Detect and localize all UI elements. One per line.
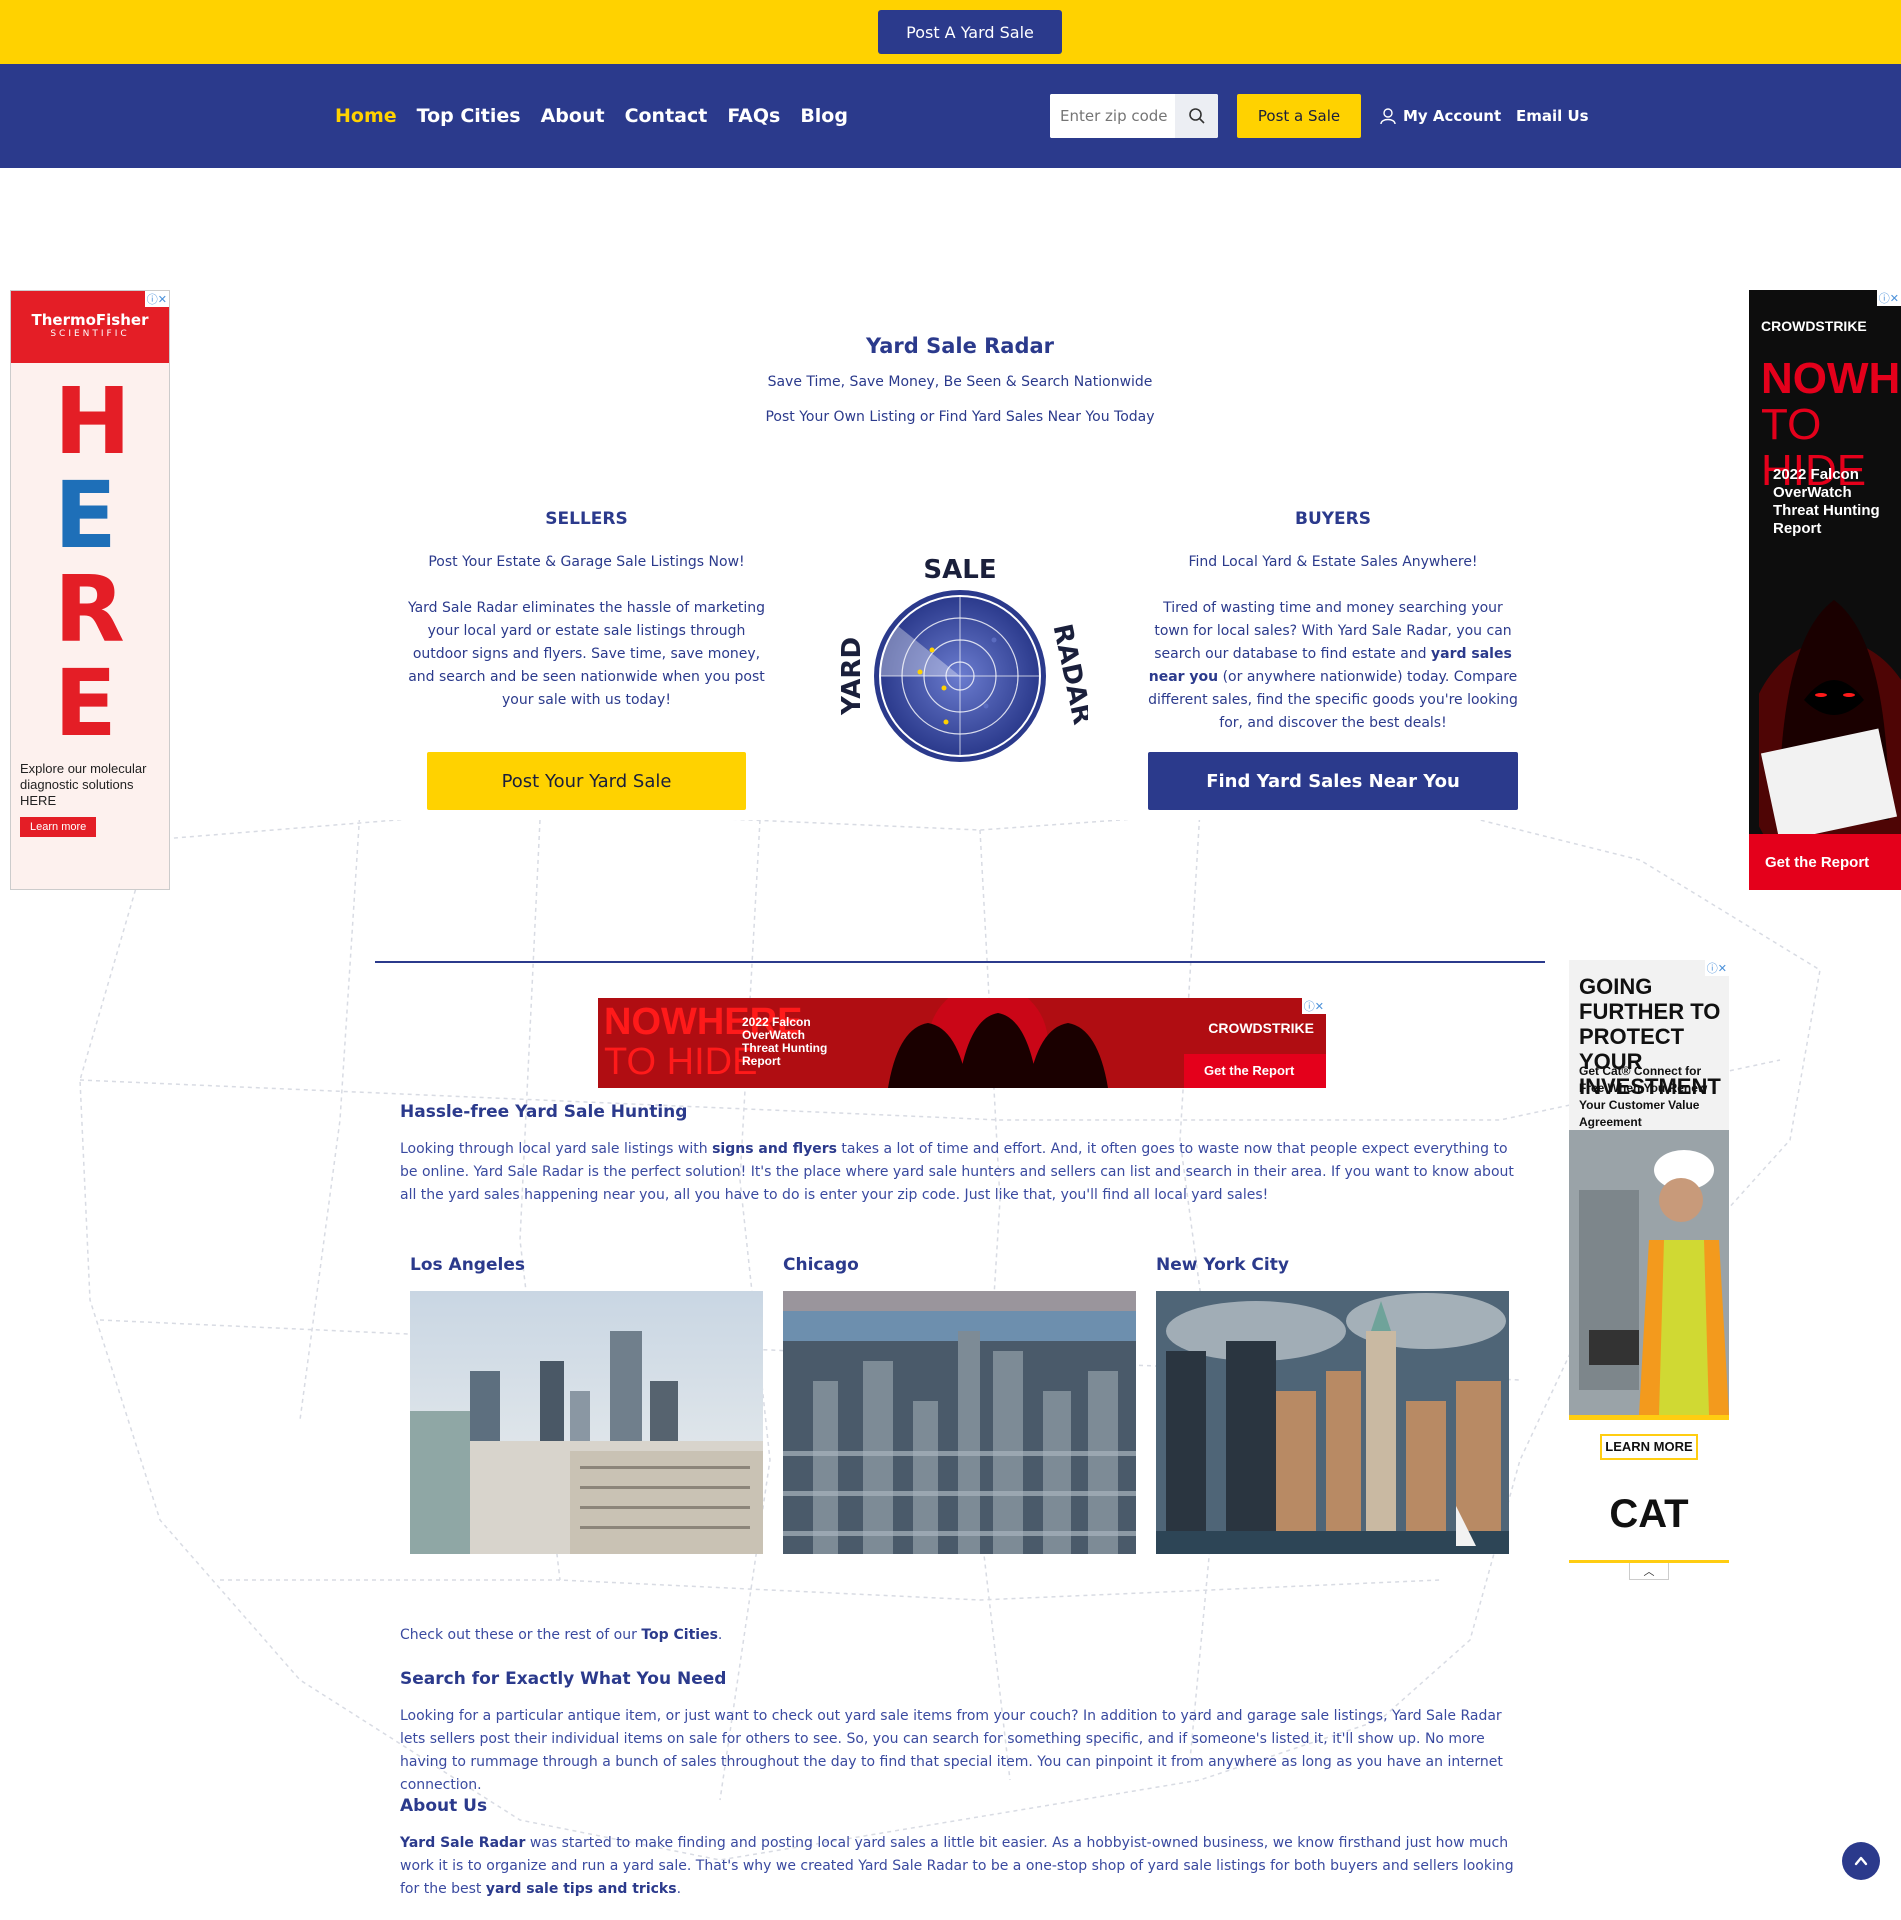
search-paragraph: Looking for a particular antique item, o… — [400, 1708, 1503, 1793]
cat-logo: CAT — [1609, 1492, 1689, 1536]
ad-brand: CROWDSTRIKE — [1761, 318, 1867, 334]
search-heading: Search for Exactly What You Need — [400, 1669, 727, 1689]
banner-ad-crowdstrike[interactable]: NOWHERE TO HIDE 2022 Falcon OverWatch Th… — [598, 998, 1326, 1088]
city-name[interactable]: Chicago — [783, 1255, 1136, 1275]
ad-brand: CROWDSTRIKE — [1208, 1020, 1314, 1036]
hunting-heading: Hassle-free Yard Sale Hunting — [400, 1102, 688, 1122]
hooded-figure-illustration — [1759, 600, 1901, 840]
signs-and-flyers-link[interactable]: signs and flyers — [712, 1141, 837, 1157]
post-yard-sale-top-button[interactable]: Post A Yard Sale — [878, 10, 1062, 54]
ad-letter-r: R — [54, 556, 125, 663]
ad-panel: GOING FURTHER TO PROTECT YOUR INVESTMENT… — [1569, 960, 1729, 1415]
hero-subtitle-2: Post Your Own Listing or Find Yard Sales… — [765, 409, 1155, 425]
ad-accent-bar — [1569, 1415, 1729, 1420]
hero-title: Yard Sale Radar — [865, 334, 1055, 358]
buyers-body: Tired of wasting time and money searchin… — [1146, 597, 1520, 735]
sellers-column: SELLERS Post Your Estate & Garage Sale L… — [400, 509, 773, 712]
hooded-figures-illustration — [888, 998, 1108, 1088]
ad-letter-e2: E — [54, 650, 117, 757]
about-heading: About Us — [400, 1796, 488, 1816]
city-card-chicago[interactable]: Chicago — [783, 1255, 1136, 1558]
city-card-los-angeles[interactable]: Los Angeles — [410, 1255, 763, 1558]
top-banner: Post A Yard Sale — [0, 0, 1901, 64]
hero-subtitle-1: Save Time, Save Money, Be Seen & Search … — [767, 374, 1153, 390]
sellers-heading: SELLERS — [545, 509, 628, 529]
ad-letter-h: H — [54, 368, 131, 475]
chevron-up-icon[interactable]: ︿ — [1629, 1563, 1669, 1580]
ad-text: 2022 Falcon OverWatch Threat Hunting Rep… — [742, 1015, 828, 1068]
chevron-up-icon — [1854, 1856, 1868, 1866]
ad-letters: H E R E — [54, 368, 131, 757]
left-ad-thermofisher[interactable]: ThermoFisher SCIENTIFIC H E R E Explore … — [10, 290, 170, 890]
ad-learn-more[interactable]: LEARN MORE — [1600, 1434, 1698, 1460]
sellers-body: Yard Sale Radar eliminates the hassle of… — [407, 600, 766, 708]
main-navigation: Home Top Cities About Contact FAQs Blog … — [0, 64, 1901, 168]
los-angeles-photo[interactable] — [410, 1291, 763, 1554]
ad-close-icon[interactable]: ⓘ✕ — [144, 291, 169, 307]
ad-close-icon[interactable]: ⓘ✕ — [1876, 290, 1901, 306]
zip-code-input[interactable] — [1050, 94, 1175, 138]
ad-get-report[interactable]: Get the Report — [1184, 1054, 1326, 1088]
hunting-paragraph: Looking through local yard sale listings… — [400, 1138, 1520, 1207]
chicago-photo[interactable] — [783, 1291, 1136, 1554]
top-cities-text: Check out these or the rest of our — [400, 1627, 637, 1643]
city-name[interactable]: Los Angeles — [410, 1255, 763, 1275]
ad-text: 2022 Falcon OverWatch Threat Hunting Rep… — [1773, 466, 1880, 537]
post-a-sale-button[interactable]: Post a Sale — [1237, 94, 1361, 138]
sellers-tagline: Post Your Estate & Garage Sale Listings … — [428, 554, 745, 570]
ad-brand-sub: SCIENTIFIC — [50, 329, 130, 339]
ad-close-icon[interactable]: ⓘ✕ — [1301, 998, 1326, 1014]
buyers-tagline: Find Local Yard & Estate Sales Anywhere! — [1188, 554, 1478, 570]
nav-faqs[interactable]: FAQs — [727, 105, 780, 127]
ad-text: Get Cat® Connect for Free When You Renew… — [1579, 1064, 1708, 1129]
construction-worker-illustration — [1569, 1130, 1729, 1415]
my-account-link[interactable]: My Account — [1379, 94, 1501, 138]
buyers-heading: BUYERS — [1294, 509, 1372, 529]
about-text-2: . — [676, 1881, 682, 1897]
yard-sale-tips-link[interactable]: yard sale tips and tricks — [486, 1881, 677, 1897]
section-divider — [375, 961, 1545, 963]
logo-word-radar: RADAR — [1047, 621, 1088, 727]
email-us-link[interactable]: Email Us — [1516, 94, 1589, 138]
ad-letter-e: E — [54, 462, 117, 569]
yard-sale-radar-logo: SALE YARD RADAR — [837, 555, 1088, 762]
nav-contact[interactable]: Contact — [625, 105, 708, 127]
about-paragraph: Yard Sale Radar was started to make find… — [400, 1832, 1520, 1901]
ad-brand: ThermoFisher — [31, 311, 149, 329]
search-icon — [1188, 108, 1205, 124]
ad-headline-1: NOWHERE — [1761, 354, 1901, 403]
zip-search — [1050, 94, 1218, 138]
top-cities-after: . — [717, 1627, 723, 1643]
user-icon — [1380, 108, 1396, 125]
city-name[interactable]: New York City — [1156, 1255, 1509, 1275]
nav-top-cities[interactable]: Top Cities — [417, 105, 521, 127]
ad-learn-more[interactable]: Learn more — [20, 817, 97, 837]
buyers-column: BUYERS Find Local Yard & Estate Sales An… — [1146, 509, 1520, 735]
hunting-text-1: Looking through local yard sale listings… — [400, 1141, 708, 1157]
right-ad-crowdstrike[interactable]: CROWDSTRIKE NOWHERE TO HIDE 2022 Falcon … — [1749, 290, 1901, 890]
find-yard-sales-near-you-button[interactable]: Find Yard Sales Near You — [1148, 752, 1518, 810]
city-card-new-york-city[interactable]: New York City — [1156, 1255, 1509, 1558]
ad-close-icon[interactable]: ⓘ✕ — [1704, 960, 1729, 976]
ad-get-report[interactable]: Get the Report — [1749, 834, 1901, 890]
ad-text: Explore our molecular diagnostic solutio… — [20, 761, 147, 808]
about-brand-link[interactable]: Yard Sale Radar — [400, 1835, 525, 1851]
zip-search-button[interactable] — [1175, 94, 1218, 138]
logo-word-yard: YARD — [837, 637, 867, 716]
post-your-yard-sale-button[interactable]: Post Your Yard Sale — [427, 752, 746, 810]
back-to-top-button[interactable] — [1842, 1842, 1880, 1880]
nav-home[interactable]: Home — [335, 105, 397, 127]
nav-blog[interactable]: Blog — [800, 105, 848, 127]
top-cities-link[interactable]: Top Cities — [641, 1627, 718, 1643]
top-cities-line: Check out these or the rest of our Top C… — [400, 1624, 1520, 1647]
my-account-label: My Account — [1403, 107, 1502, 125]
new-york-city-photo[interactable] — [1156, 1291, 1509, 1554]
nav-links: Home Top Cities About Contact FAQs Blog — [335, 64, 848, 168]
logo-word-sale: SALE — [923, 555, 996, 585]
nav-about[interactable]: About — [541, 105, 605, 127]
right-ad-cat[interactable]: GOING FURTHER TO PROTECT YOUR INVESTMENT… — [1569, 960, 1729, 1580]
